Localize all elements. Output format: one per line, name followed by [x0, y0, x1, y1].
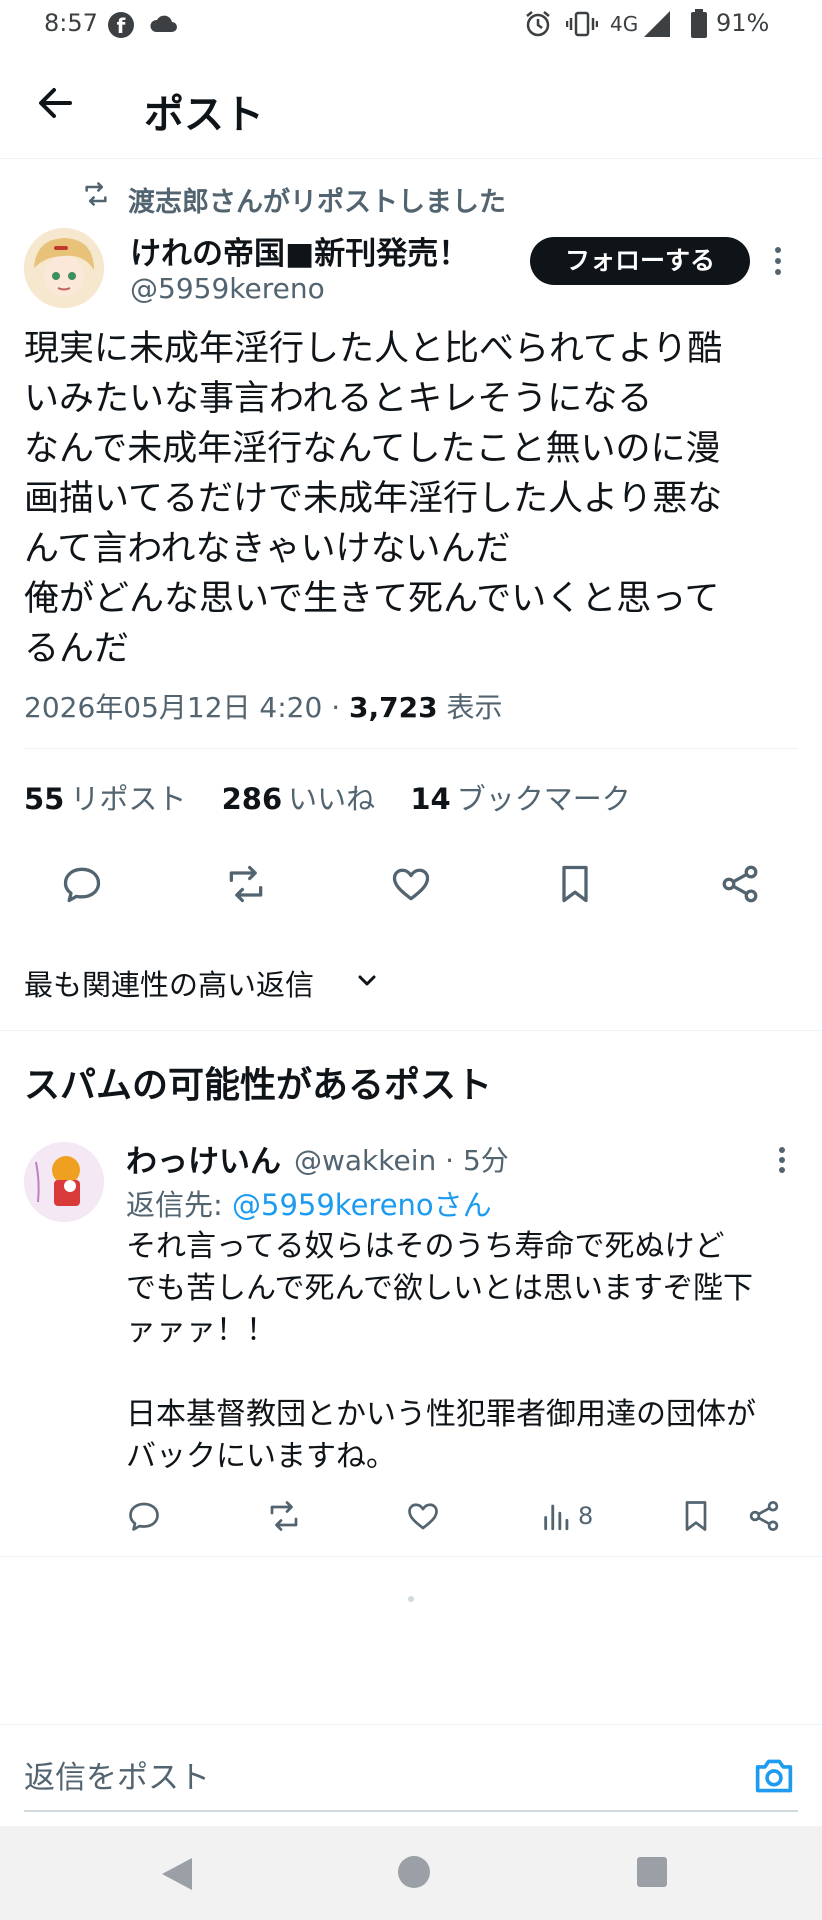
section-title: スパムの可能性があるポスト [24, 1065, 493, 1106]
signal-icon [640, 9, 674, 39]
more-options-icon[interactable] [778, 1146, 786, 1174]
page-title: ポスト [144, 92, 264, 138]
reply-text: それ言ってる奴らはそのうち寿命で死ぬけど でも苦しんで死んで欲しいとは思いますぞ… [126, 1229, 756, 1474]
reply-compose-input[interactable]: 返信をポスト [24, 1752, 210, 1797]
reply-icon[interactable] [60, 862, 104, 906]
network-label: 4G [610, 12, 639, 36]
likes-count: 286 [221, 782, 283, 816]
repost-icon[interactable] [266, 1498, 302, 1534]
back-arrow-icon[interactable] [34, 82, 76, 124]
tweet-stats: 55 リポスト 286 いいね 14 ブックマーク [24, 776, 631, 818]
repost-icon [82, 180, 110, 208]
nav-recents-icon[interactable] [636, 1856, 668, 1888]
share-icon[interactable] [718, 862, 762, 906]
loading-dot [408, 1596, 414, 1602]
reply-handle-time[interactable]: @wakkein · 5分 [294, 1139, 509, 1179]
bookmarks-count: 14 [410, 782, 451, 816]
reply-avatar[interactable] [24, 1142, 104, 1222]
author-handle[interactable]: @5959kereno [130, 272, 325, 305]
tweet-views-label: 表示 [446, 691, 503, 724]
reply-to-prefix: 返信先: [126, 1188, 232, 1222]
divider [0, 1724, 822, 1725]
divider [24, 748, 798, 749]
reply-sort-dropdown[interactable]: 最も関連性の高い返信 [24, 962, 314, 1004]
reply-author-name[interactable]: わっけいん [126, 1136, 281, 1181]
tweet-views-count: 3,723 [349, 691, 438, 724]
repost-banner[interactable]: 渡志郎さんがリポストしました [128, 180, 506, 219]
like-icon[interactable] [405, 1498, 441, 1534]
status-time: 8:57 [44, 9, 98, 37]
vibrate-icon [566, 10, 598, 38]
reposts-label: リポスト [70, 782, 187, 816]
compose-underline [24, 1810, 798, 1812]
camera-icon[interactable] [752, 1756, 796, 1796]
bookmarks-label: ブックマーク [456, 782, 631, 816]
likes-stat[interactable]: 286 いいね [222, 782, 376, 816]
reposts-count: 55 [24, 782, 65, 816]
tweet-date: 2026年05月12日 4:20 [24, 691, 323, 724]
like-icon[interactable] [389, 862, 433, 906]
chevron-down-icon[interactable] [356, 970, 378, 992]
author-name[interactable]: けれの帝国■新刊発売！ [130, 228, 469, 273]
bookmark-icon[interactable] [553, 862, 597, 906]
tweet-meta: 2026年05月12日 4:20 · 3,723 表示 [24, 691, 503, 724]
cloud-icon [148, 12, 178, 34]
divider [0, 1556, 822, 1557]
bookmarks-stat[interactable]: 14 ブックマーク [410, 782, 630, 816]
divider [0, 158, 822, 159]
reply-icon[interactable] [126, 1498, 162, 1534]
status-bar: 8:57 f 4G 91% [0, 0, 822, 48]
share-icon[interactable] [746, 1498, 782, 1534]
reply-to: 返信先: @5959kerenoさん [126, 1182, 492, 1224]
more-options-icon[interactable] [774, 246, 782, 276]
reply-to-link[interactable]: @5959kerenoさん [232, 1188, 492, 1222]
reposts-stat[interactable]: 55 リポスト [24, 782, 186, 816]
author-avatar[interactable] [24, 228, 104, 308]
likes-label: いいね [288, 782, 376, 816]
follow-button[interactable]: フォローする [530, 237, 750, 285]
battery-icon [690, 9, 708, 39]
reply-views-count: 8 [578, 1502, 594, 1530]
bookmark-icon[interactable] [678, 1498, 714, 1534]
nav-back-icon[interactable] [160, 1856, 194, 1892]
system-nav-bar [0, 1826, 822, 1920]
nav-home-icon[interactable] [396, 1854, 432, 1890]
battery-percent: 91% [716, 9, 770, 37]
divider [0, 1030, 822, 1031]
repost-icon[interactable] [224, 862, 268, 906]
facebook-icon: f [108, 12, 134, 38]
alarm-icon [524, 10, 552, 38]
tweet-text: 現実に未成年淫行した人と比べられてより酷 いみたいな事言われるとキレそうになる … [24, 329, 723, 669]
views-icon[interactable] [540, 1498, 574, 1534]
